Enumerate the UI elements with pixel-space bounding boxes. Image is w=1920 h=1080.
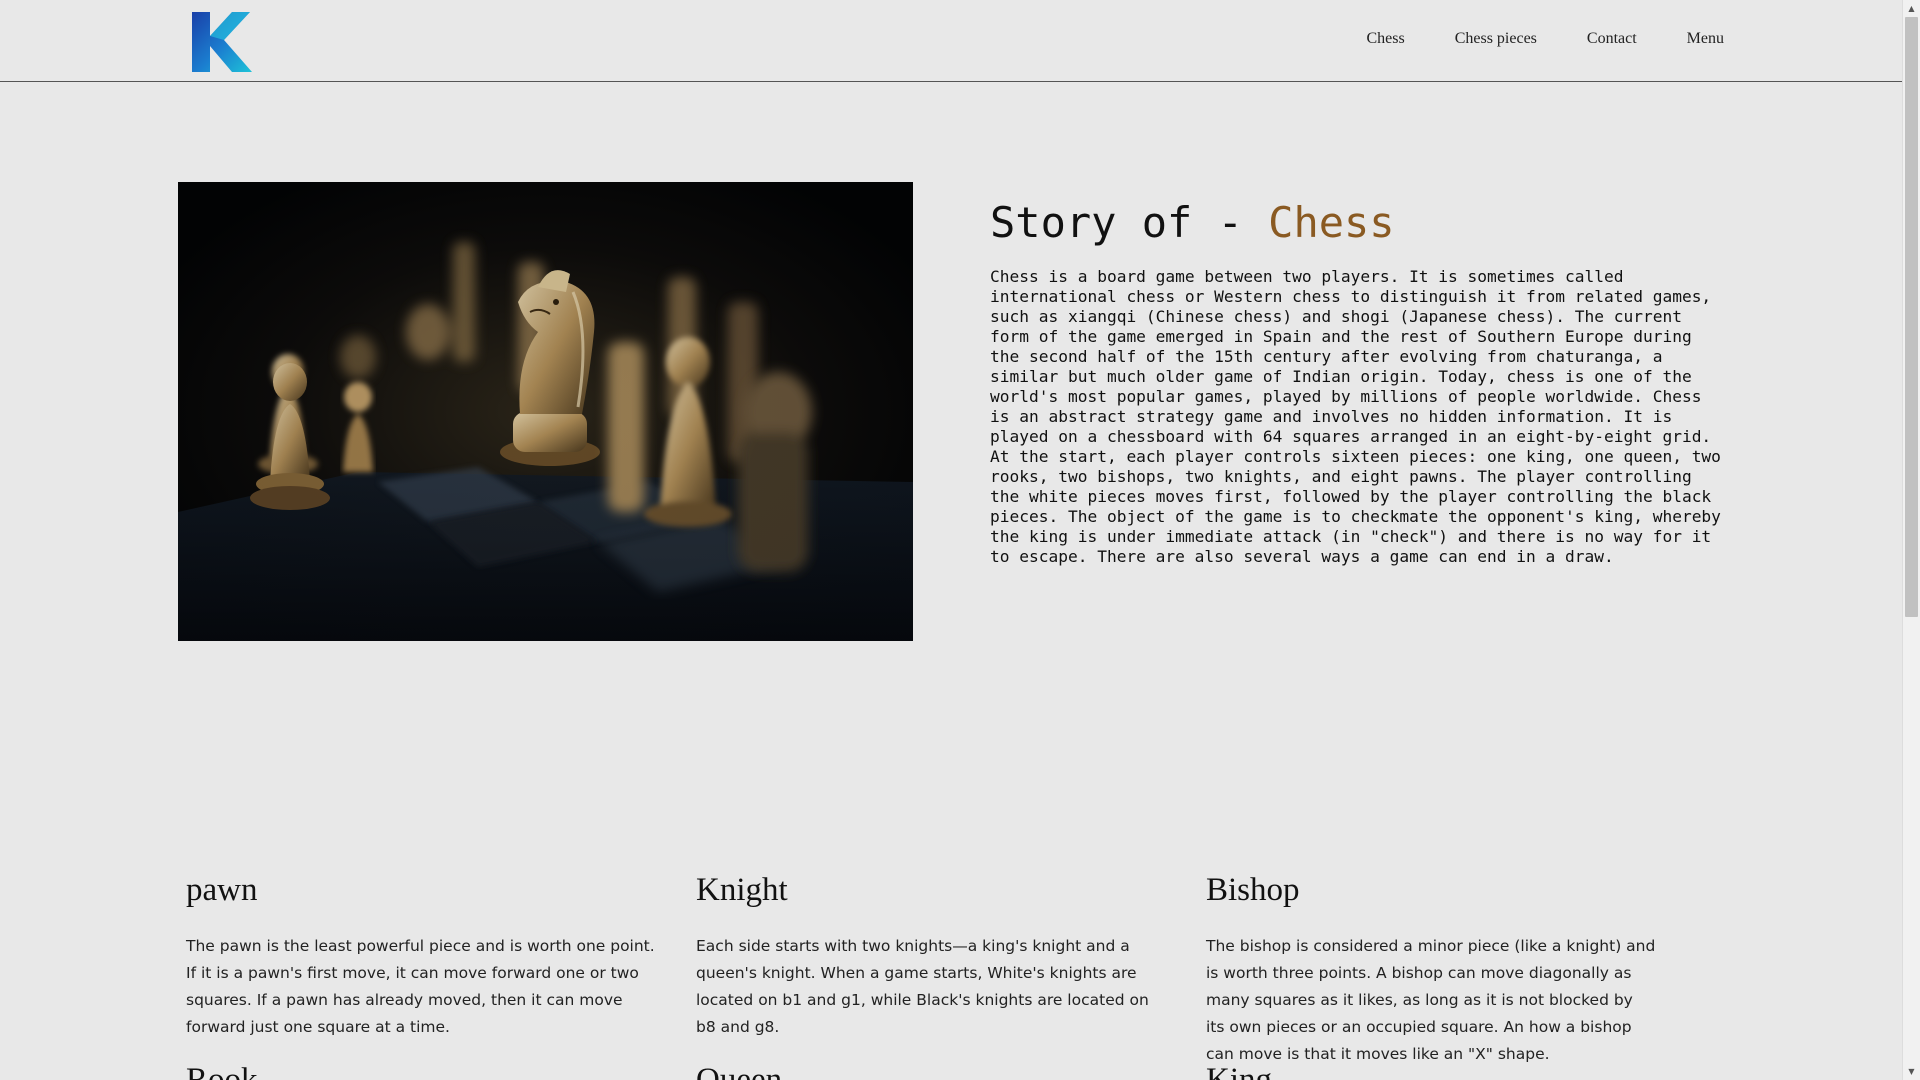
hero-chess-image bbox=[178, 182, 913, 641]
piece-card-bishop: Bishop The bishop is considered a minor … bbox=[1206, 872, 1656, 1068]
piece-card-knight: Knight Each side starts with two knights… bbox=[696, 872, 1166, 1041]
piece-card-pawn: pawn The pawn is the least powerful piec… bbox=[186, 872, 656, 1041]
piece-description: The bishop is considered a minor piece (… bbox=[1206, 937, 1656, 1063]
scroll-down-arrow-icon[interactable]: ▼ bbox=[1903, 1063, 1920, 1080]
story-section: Story of - Chess Chess is a board game b… bbox=[990, 198, 1730, 567]
piece-description: The pawn is the least powerful piece and… bbox=[186, 937, 655, 1036]
piece-title: Bishop bbox=[1206, 872, 1300, 908]
k-logo-icon[interactable] bbox=[190, 8, 254, 74]
nav-link-menu[interactable]: Menu bbox=[1687, 30, 1724, 48]
piece-title-rook: Rook bbox=[186, 1062, 258, 1080]
piece-title: Knight bbox=[696, 872, 788, 908]
nav-link-contact[interactable]: Contact bbox=[1587, 30, 1637, 48]
scrollbar-thumb[interactable] bbox=[1905, 17, 1918, 617]
scroll-up-arrow-icon[interactable]: ▲ bbox=[1903, 0, 1920, 17]
piece-description: Each side starts with two knights—a king… bbox=[696, 937, 1149, 1036]
page: Chess Chess pieces Contact Menu Story of… bbox=[0, 0, 1920, 1080]
site-header: Chess Chess pieces Contact Menu bbox=[0, 0, 1903, 82]
story-body: Chess is a board game between two player… bbox=[990, 267, 1721, 566]
piece-title-king: King bbox=[1206, 1062, 1272, 1080]
main-nav: Chess Chess pieces Contact Menu bbox=[1366, 30, 1724, 48]
story-title-prefix: Story of - bbox=[990, 198, 1269, 247]
story-title-accent: Chess bbox=[1268, 198, 1395, 247]
nav-link-chess[interactable]: Chess bbox=[1366, 30, 1404, 48]
chess-pieces-photo bbox=[178, 182, 913, 641]
piece-title: pawn bbox=[186, 872, 258, 908]
nav-link-chess-pieces[interactable]: Chess pieces bbox=[1455, 30, 1537, 48]
piece-title-queen: Queen bbox=[696, 1062, 783, 1080]
page-scrollbar[interactable]: ▲ ▼ bbox=[1902, 0, 1920, 1080]
story-title: Story of - Chess bbox=[990, 198, 1730, 247]
